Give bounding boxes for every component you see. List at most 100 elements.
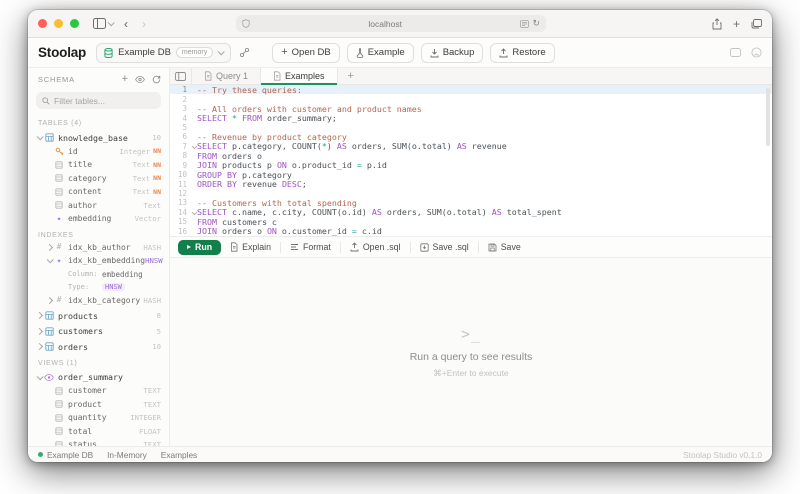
table-icon	[44, 311, 54, 320]
sidebar-item-customer[interactable]: customer TEXT	[28, 384, 169, 398]
theme-icon[interactable]	[730, 48, 741, 57]
reader-icon[interactable]	[520, 19, 530, 28]
index-detail-row: Type: HNSW	[28, 281, 169, 294]
code-line-2: 2	[182, 94, 187, 104]
code-line-12: 12	[177, 189, 187, 199]
sidebar-item-idx_kb_author[interactable]: # idx_kb_author HASH	[28, 241, 169, 255]
new-tab-icon[interactable]: +	[733, 18, 740, 30]
github-icon[interactable]	[751, 47, 762, 58]
chevron-down-icon	[217, 48, 225, 56]
schema-header: SCHEMA +	[28, 68, 169, 88]
code-line-6: 6 -- Revenue by product category	[182, 131, 347, 142]
privacy-shield-icon	[242, 19, 250, 28]
sidebar-item-status[interactable]: status TEXT	[28, 438, 169, 446]
add-table-icon[interactable]: +	[122, 73, 128, 85]
database-selector[interactable]: Example DB memory	[96, 42, 232, 63]
column-icon	[55, 387, 63, 395]
restore-button[interactable]: Restore	[490, 42, 555, 63]
sidebar-item-idx_kb_category[interactable]: # idx_kb_category HASH	[28, 294, 169, 308]
sidebar-item-order_summary[interactable]: order_summary	[28, 371, 169, 385]
editor-scrollbar-thumb[interactable]	[766, 88, 770, 146]
main-area: SCHEMA + Filter tables... TABLES (4) kno…	[28, 68, 772, 446]
formatbutton[interactable]: Format	[290, 242, 331, 252]
collapse-sidebar-icon[interactable]	[170, 68, 192, 84]
minimize-window-button[interactable]	[54, 19, 63, 28]
tab-query-1[interactable]: Query 1	[192, 68, 262, 84]
new-query-tab-button[interactable]: +	[338, 68, 364, 84]
code-line-7: 7 SELECT p.category, COUNT(*) AS orders, …	[182, 141, 507, 152]
header-actions: + Open DB Example Backup Restore	[272, 42, 555, 63]
browser-chrome: ‹ › localhost ↻ +	[28, 10, 772, 38]
search-icon	[42, 96, 50, 105]
run-button[interactable]: Run	[178, 239, 222, 255]
sidebar-item-id[interactable]: id Integer NN	[28, 145, 169, 159]
table-icon	[44, 342, 54, 351]
browser-sidebar-toggle-icon[interactable]	[93, 18, 115, 29]
open-sqlbutton[interactable]: Open .sql	[350, 242, 401, 252]
code-line-4: 4 SELECT * FROM order_summary;	[182, 113, 337, 124]
address-bar[interactable]: localhost ↻	[235, 15, 546, 32]
hash-index-icon: #	[56, 295, 62, 305]
sql-editor[interactable]: 1 -- Try these queries: 2 3 -- All orders wi…	[170, 85, 772, 236]
backup-button[interactable]: Backup	[420, 42, 484, 63]
database-mode-badge: memory	[175, 47, 214, 58]
save-sqlbutton[interactable]: Save .sql	[419, 242, 469, 252]
filter-tables-input[interactable]: Filter tables...	[36, 92, 161, 109]
code-line-1: 1 -- Try these queries:	[170, 85, 772, 95]
sidebar-item-embedding[interactable]: ✦ embedding Vector	[28, 212, 169, 226]
primary-key-icon	[55, 147, 63, 155]
toolbar-divider	[279, 241, 281, 253]
sidebar-item-orders[interactable]: orders 10	[28, 340, 169, 354]
sidebar-item-title[interactable]: title Text NN	[28, 158, 169, 172]
sidebar-item-idx_kb_embedding[interactable]: ✦ idx_kb_embedding HNSW	[28, 254, 169, 268]
play-icon	[187, 245, 191, 249]
explainbutton[interactable]: Explain	[230, 242, 271, 252]
column-icon	[55, 400, 63, 408]
code-line-16: 16 JOIN orders o ON o.customer_id = c.id	[177, 226, 382, 236]
eye-icon[interactable]	[135, 75, 145, 83]
open-db-button[interactable]: + Open DB	[272, 42, 340, 63]
save-box-icon	[419, 242, 429, 252]
document-icon	[205, 71, 212, 81]
sidebar-item-quantity[interactable]: quantity INTEGER	[28, 411, 169, 425]
savebutton[interactable]: Save	[488, 242, 521, 252]
connection-icon[interactable]	[239, 47, 250, 58]
tab-examples[interactable]: Examples	[261, 68, 338, 85]
chevron-right-icon	[45, 243, 53, 251]
sidebar-item-customers[interactable]: customers 5	[28, 325, 169, 339]
reload-icon[interactable]: ↻	[532, 18, 540, 29]
column-icon	[55, 441, 63, 446]
zoom-window-button[interactable]	[70, 19, 79, 28]
sidebar-item-content[interactable]: content Text NN	[28, 185, 169, 199]
sidebar-item-knowledge_base[interactable]: knowledge_base 10	[28, 131, 169, 145]
code-line-3: 3 -- All orders with customer and product…	[182, 103, 422, 114]
chevron-down-icon	[46, 256, 54, 264]
header-right-icons	[730, 47, 762, 58]
browser-window: ‹ › localhost ↻ + Stoolap Example DB mem…	[28, 10, 772, 462]
sidebar-item-product[interactable]: product TEXT	[28, 398, 169, 412]
sidebar-item-total[interactable]: total FLOAT	[28, 425, 169, 439]
chevron-right-icon	[35, 343, 43, 351]
refresh-icon[interactable]	[152, 75, 161, 84]
database-name: Example DB	[118, 47, 171, 58]
fold-icon[interactable]	[191, 143, 197, 149]
back-button[interactable]: ‹	[121, 18, 131, 30]
close-window-button[interactable]	[38, 19, 47, 28]
database-icon	[104, 47, 113, 58]
traffic-lights	[38, 19, 79, 28]
schema-sidebar: SCHEMA + Filter tables... TABLES (4) kno…	[28, 68, 170, 446]
column-icon	[55, 174, 63, 182]
example-button[interactable]: Example	[346, 42, 414, 63]
forward-button[interactable]: ›	[139, 18, 149, 30]
schema-tree: knowledge_base 10 id Integer NN title Text NN ca…	[28, 129, 169, 446]
code-line-15: 15 FROM customers c	[177, 216, 277, 227]
view-eye-icon	[44, 373, 54, 381]
flask-icon	[356, 47, 363, 58]
sidebar-item-category[interactable]: category Text NN	[28, 172, 169, 186]
sidebar-item-products[interactable]: products 8	[28, 309, 169, 323]
tab-overview-icon[interactable]	[751, 18, 762, 29]
share-icon[interactable]	[712, 17, 722, 30]
fold-icon[interactable]	[191, 209, 197, 215]
sidebar-item-author[interactable]: author Text	[28, 199, 169, 213]
chevron-right-icon	[35, 327, 43, 335]
